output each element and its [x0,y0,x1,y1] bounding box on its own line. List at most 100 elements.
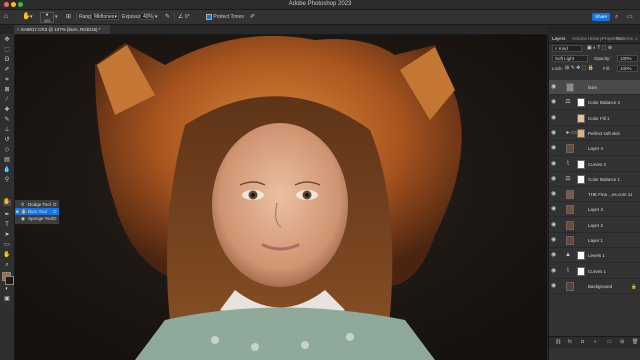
layer-row[interactable]: ◉ ▸ ▭ Perfect soft skin [549,126,640,141]
share-button[interactable]: Share [592,13,610,21]
pressure-size-icon[interactable]: ✐ [250,13,255,21]
visibility-eye-icon[interactable]: ◉ [551,206,556,213]
layer-row[interactable]: ◉ THE Fina ...es.com 11 [549,187,640,203]
screen-mode-icon[interactable]: ▣ [3,296,11,303]
tab-patterns[interactable]: Patterns [616,34,633,43]
exposure-field[interactable]: 40% [140,13,154,20]
move-tool-icon[interactable]: ✥ [3,37,11,44]
brush-chevron-down-icon[interactable]: ▾ [55,13,58,21]
workspace-icon[interactable]: ▭ [627,13,633,21]
layer-row[interactable]: ◉ Layer 1 [549,233,640,248]
fill-field[interactable]: 100% [617,65,638,72]
layer-thumbnail[interactable] [566,144,574,154]
background-color-swatch[interactable] [5,276,14,285]
flyout-item-dodge[interactable]: ⚲ Dodge Tool O [15,201,59,208]
healing-brush-tool-icon[interactable]: ✚ [3,107,11,114]
visibility-eye-icon[interactable]: ◉ [551,84,556,91]
document-tab[interactable]: × SA9817.CR3 @ 107% (burn, RGB/16) * [14,25,110,34]
layer-row[interactable]: ◉ ⌇ Curves 1 [549,264,640,279]
lasso-tool-icon[interactable]: ʘ [3,57,11,64]
filter-icons[interactable]: ▣ ◐ T ⬚ ⊕ [587,44,612,53]
document-canvas[interactable] [15,35,547,360]
shape-tool-icon[interactable]: ▭ [3,242,11,249]
layer-mask-thumbnail[interactable] [577,251,585,261]
visibility-eye-icon[interactable]: ◉ [551,161,556,168]
gradient-tool-icon[interactable]: ▤ [3,157,11,164]
visibility-eye-icon[interactable]: ◉ [551,145,556,152]
lock-icons[interactable]: ⊞ ✎ ✥ ⬚ 🔒 [565,64,594,73]
layer-mask-thumbnail[interactable] [577,174,585,184]
search-icon[interactable]: ⌕ [615,13,618,21]
history-brush-tool-icon[interactable]: ↺ [3,137,11,144]
zoom-tool-icon[interactable]: ⌕ [3,262,11,269]
tab-layers[interactable]: Layers [552,34,566,43]
kind-filter-select[interactable]: ⌕ Kind [552,45,582,52]
layer-mask-thumbnail[interactable] [577,98,585,108]
visibility-eye-icon[interactable]: ◉ [551,283,556,290]
layer-thumbnail[interactable] [566,205,574,215]
link-layers-icon[interactable]: ⛓ [555,339,561,346]
visibility-eye-icon[interactable]: ◉ [551,176,556,183]
tab-history[interactable]: History [588,34,602,43]
adjustment-layer-icon[interactable]: ◐ [594,339,597,346]
eraser-tool-icon[interactable]: ◇ [3,147,11,154]
new-group-icon[interactable]: ▭ [607,339,612,346]
layer-style-icon[interactable]: fx [568,339,572,346]
layer-row[interactable]: ◉ ⚖ Color Balance 1 [549,172,640,187]
flyout-item-sponge[interactable]: ◉ Sponge Tool O [15,215,59,222]
layer-thumbnail[interactable] [566,220,574,230]
add-mask-icon[interactable]: ◘ [581,339,584,346]
visibility-eye-icon[interactable]: ◉ [551,99,556,106]
protect-tones-checkbox[interactable]: Protect Tones [206,13,244,21]
blend-mode-select[interactable]: Soft Light [552,55,588,62]
close-tab-icon[interactable]: × [17,27,20,32]
layer-row[interactable]: ◉ Color Fill 1 [549,111,640,126]
flyout-item-burn[interactable]: ■ ✋ Burn Tool O [15,208,59,215]
visibility-eye-icon[interactable]: ◉ [551,191,556,198]
eyedropper-tool-icon[interactable]: ⁄ [3,97,11,104]
layer-mask-thumbnail[interactable] [577,113,585,123]
clone-stamp-tool-icon[interactable]: ⊥ [3,127,11,134]
brush-settings-icon[interactable]: ⊞ [66,13,71,21]
exposure-chevron-down-icon[interactable]: ▾ [155,13,158,21]
brush-size-picker[interactable]: ● 300 [40,12,54,23]
hand-tool-icon[interactable]: ✋ [3,252,11,259]
range-select[interactable]: Midtones ▾ [91,13,119,20]
preset-chevron-down-icon[interactable]: ▾ [30,13,33,21]
quick-mask-icon[interactable]: ◐ [3,286,11,293]
visibility-eye-icon[interactable]: ◉ [551,268,556,275]
angle-icon[interactable]: ∠ [178,13,183,21]
panel-menu-icon[interactable]: ≡ [635,34,638,43]
opacity-field[interactable]: 100% [617,55,638,62]
marquee-tool-icon[interactable]: ⬚ [3,47,11,54]
layer-mask-thumbnail[interactable] [577,266,585,276]
layer-thumbnail[interactable] [566,236,574,245]
type-tool-icon[interactable]: T [3,222,11,229]
layer-row[interactable]: ◉ ⚖ Color Balance 2 [549,95,640,111]
airbrush-icon[interactable]: ✎ [165,13,170,21]
burn-tool-icon[interactable]: ✋ [3,199,11,206]
home-icon[interactable]: ⌂ [4,13,8,21]
delete-layer-icon[interactable]: 🗑 [632,339,638,346]
visibility-eye-icon[interactable]: ◉ [551,222,556,229]
layer-row[interactable]: ◉ ⌇ Curves 2 [549,157,640,172]
layer-row[interactable]: ◉ Layer 2 [549,218,640,233]
visibility-eye-icon[interactable]: ◉ [551,252,556,259]
visibility-eye-icon[interactable]: ◉ [551,237,556,244]
dodge-tool-icon[interactable]: ⚲ [3,177,11,184]
frame-tool-icon[interactable]: ⊠ [3,87,11,94]
layer-thumbnail[interactable] [566,83,574,92]
layer-row[interactable]: ◉ Background 🔒 [549,279,640,294]
crop-tool-icon[interactable]: ⌗ [3,77,11,84]
layer-row[interactable]: ◉ ▲ Levels 1 [549,248,640,264]
quick-select-tool-icon[interactable]: ✐ [3,67,11,74]
visibility-eye-icon[interactable]: ◉ [551,115,556,122]
visibility-eye-icon[interactable]: ◉ [551,130,556,137]
layer-thumbnail[interactable] [566,281,574,291]
brush-tool-icon[interactable]: ✎ [3,117,11,124]
layer-mask-thumbnail[interactable] [577,159,585,169]
layer-row[interactable]: ◉ burn [549,80,640,95]
blur-tool-icon[interactable]: 💧 [3,167,11,174]
new-layer-icon[interactable]: ⊞ [620,339,624,346]
layer-thumbnail[interactable] [566,190,574,200]
